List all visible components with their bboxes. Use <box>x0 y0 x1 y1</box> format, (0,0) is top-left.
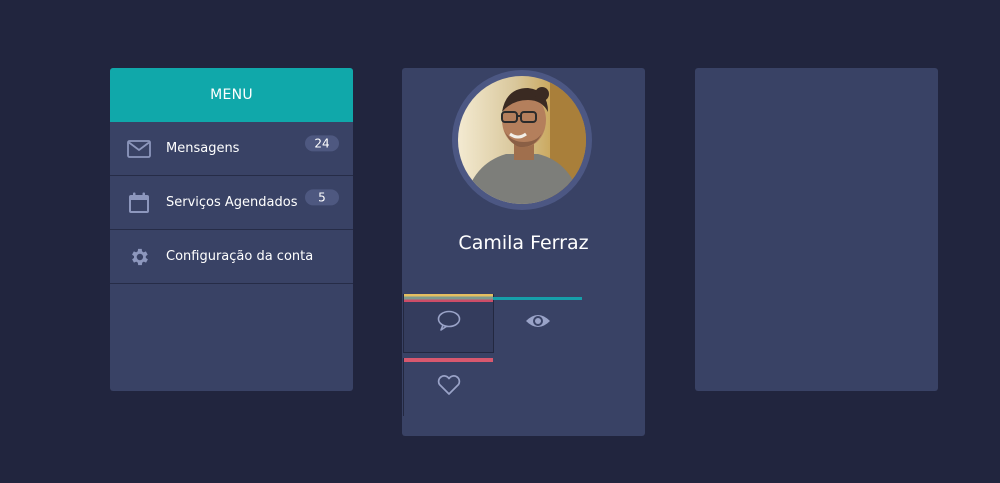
tab-indicator-bar <box>404 358 493 362</box>
menu-item-servicos-agendados[interactable]: Serviços Agendados 5 <box>110 176 353 230</box>
tab-likes[interactable] <box>403 358 493 416</box>
menu-item-configuracao-conta[interactable]: Configuração da conta <box>110 230 353 284</box>
profile-card: Camila Ferraz <box>402 68 645 436</box>
messages-count-badge: 24 <box>305 134 339 151</box>
menu-header: MENU <box>110 68 353 122</box>
avatar-ring <box>452 70 592 210</box>
menu-item-mensagens[interactable]: Mensagens 24 <box>110 122 353 176</box>
profile-name: Camila Ferraz <box>458 232 589 254</box>
tab-comments[interactable] <box>403 294 494 353</box>
eye-icon <box>525 312 551 334</box>
comment-icon <box>437 310 461 336</box>
menu-item-label: Configuração da conta <box>166 249 314 264</box>
envelope-icon <box>127 137 151 161</box>
tab-views[interactable] <box>493 294 582 352</box>
avatar[interactable] <box>458 76 586 204</box>
menu-card: MENU Mensagens 24 Serviços Agendados 5 C… <box>110 68 353 391</box>
heart-icon <box>436 374 462 400</box>
menu-title: MENU <box>210 87 253 103</box>
menu-item-label: Serviços Agendados <box>166 195 298 210</box>
gear-icon <box>127 245 151 269</box>
menu-item-label: Mensagens <box>166 141 240 156</box>
scheduled-count-badge: 5 <box>305 188 339 205</box>
calendar-icon <box>127 191 151 215</box>
tab-indicator-bar <box>404 294 493 302</box>
empty-panel <box>695 68 938 391</box>
tab-indicator-bar <box>493 297 582 300</box>
